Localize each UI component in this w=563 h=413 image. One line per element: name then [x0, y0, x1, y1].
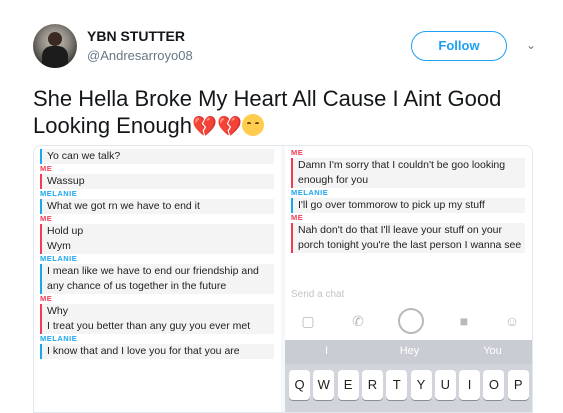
- suggestion-bar: I Hey You: [285, 340, 532, 364]
- suggestion-item[interactable]: Hey: [368, 345, 451, 357]
- chat-message: Wym: [40, 239, 274, 254]
- key-i[interactable]: I: [459, 370, 481, 400]
- key-u[interactable]: U: [434, 370, 456, 400]
- broken-heart-icon: 💔: [216, 116, 242, 138]
- message-text: Wym: [40, 239, 274, 254]
- avatar-body: [42, 46, 68, 68]
- key-w[interactable]: W: [313, 370, 335, 400]
- message-text: I know that and I love you for that you …: [40, 344, 274, 359]
- chat-messages-right: ME Damn I'm sorry that I couldn't be goo …: [285, 146, 532, 253]
- message-text: Yo can we talk?: [40, 149, 274, 164]
- chat-message: MELANIE I'll go over tommorow to pick up …: [291, 188, 525, 213]
- chat-message: ME Why: [40, 294, 274, 319]
- broken-heart-icon: 💔: [192, 116, 217, 138]
- chat-message: MELANIE I know that and I love you for th…: [40, 334, 274, 359]
- sticker-icon[interactable]: ▢: [299, 312, 317, 330]
- follow-button[interactable]: Follow: [411, 31, 507, 61]
- key-row: QWERTYUIOP: [289, 370, 532, 400]
- key-o[interactable]: O: [483, 370, 505, 400]
- message-sender: ME: [40, 164, 53, 173]
- key-p[interactable]: P: [507, 370, 529, 400]
- chat-panel-right: ME Damn I'm sorry that I couldn't be goo …: [285, 146, 532, 412]
- chat-input[interactable]: Send a chat: [291, 289, 344, 300]
- key-q[interactable]: Q: [289, 370, 310, 400]
- keyboard: I Hey You QWERTYUIOP: [285, 340, 532, 412]
- avatar-head: [48, 32, 62, 46]
- tweet-body: She Hella Broke My Heart All Cause I Ain…: [33, 86, 502, 138]
- message-text: What we got rn we have to end it: [40, 199, 274, 214]
- capture-button[interactable]: [398, 308, 424, 334]
- chat-message: MELANIE What we got rn we have to end it: [40, 189, 274, 214]
- chevron-down-icon[interactable]: ⌄: [524, 38, 538, 52]
- chat-toolbar: ▢ ✆ ■ ☺: [285, 306, 532, 336]
- message-sender: ME: [291, 148, 304, 157]
- suggestion-item[interactable]: I: [285, 345, 368, 357]
- message-sender: ME: [40, 294, 53, 303]
- message-text: Wassup: [40, 174, 274, 189]
- video-icon[interactable]: ■: [455, 312, 473, 330]
- message-sender: ME: [291, 213, 304, 222]
- key-y[interactable]: Y: [410, 370, 432, 400]
- message-sender: MELANIE: [291, 188, 329, 197]
- chat-message: Yo can we talk?: [40, 149, 274, 164]
- avatar[interactable]: [33, 24, 77, 68]
- chat-message: MELANIE I mean like we have to end our fr…: [40, 254, 274, 294]
- chat-message: ME Damn I'm sorry that I couldn't be goo …: [291, 148, 525, 188]
- chat-message: ME Wassup: [40, 164, 274, 189]
- message-text: Hold up: [40, 224, 274, 239]
- display-name[interactable]: YBN STUTTER: [87, 28, 185, 44]
- message-sender: ME: [40, 214, 53, 223]
- message-sender: MELANIE: [40, 189, 78, 198]
- chat-message: ME Hold up: [40, 214, 274, 239]
- phone-icon[interactable]: ✆: [349, 312, 367, 330]
- emoji-icon[interactable]: ☺: [503, 312, 521, 330]
- key-t[interactable]: T: [386, 370, 408, 400]
- key-r[interactable]: R: [361, 370, 383, 400]
- message-text: I'll go over tommorow to pick up my stuf…: [291, 198, 525, 213]
- message-text: I treat you better than any guy you ever…: [40, 319, 274, 334]
- pensive-face-icon: [241, 114, 264, 136]
- message-sender: MELANIE: [40, 334, 78, 343]
- message-text: Why: [40, 304, 274, 319]
- suggestion-item[interactable]: You: [451, 345, 532, 357]
- message-text: Damn I'm sorry that I couldn't be goo lo…: [291, 158, 525, 188]
- user-handle[interactable]: @Andresarroyo08: [87, 48, 193, 63]
- key-e[interactable]: E: [337, 370, 359, 400]
- chat-panel-left: Yo can we talk? ME Wassup MELANIE What we go…: [34, 146, 281, 412]
- message-sender: MELANIE: [40, 254, 78, 263]
- message-text: I mean like we have to end our friendshi…: [40, 264, 274, 294]
- chat-message: I treat you better than any guy you ever…: [40, 319, 274, 334]
- chat-message: ME Nah don't do that I'll leave your stuf…: [291, 213, 525, 253]
- tweet-text: She Hella Broke My Heart All Cause I Ain…: [33, 85, 533, 141]
- message-text: Nah don't do that I'll leave your stuff …: [291, 223, 525, 253]
- chat-screenshot: Yo can we talk? ME Wassup MELANIE What we go…: [33, 145, 533, 413]
- tweet-header: YBN STUTTER @Andresarroyo08 Follow ⌄: [0, 0, 563, 80]
